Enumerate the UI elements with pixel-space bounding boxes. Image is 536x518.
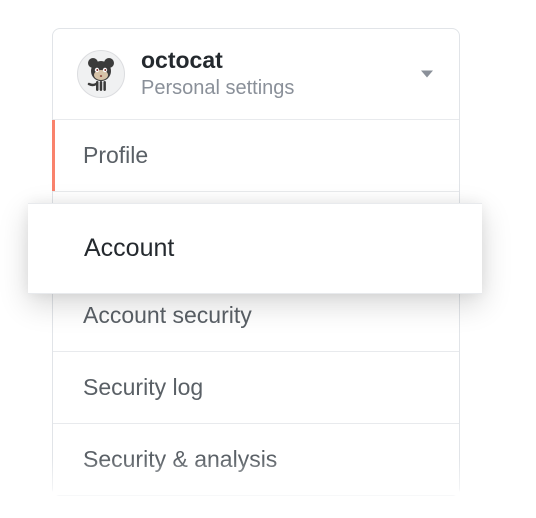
- header-text: octocat Personal settings: [141, 47, 435, 101]
- sidebar-item-profile[interactable]: Profile: [53, 119, 459, 191]
- sidebar-item-label: Security & analysis: [83, 446, 277, 472]
- sidebar-item-label: Profile: [83, 142, 148, 168]
- sidebar-item-label: Account security: [83, 302, 252, 328]
- sidebar-item-label: Account: [84, 234, 174, 262]
- sidebar-item-security-analysis[interactable]: Security & analysis: [53, 423, 459, 495]
- sidebar-item-account[interactable]: Account: [28, 203, 482, 294]
- octocat-avatar-icon: [81, 54, 121, 94]
- caret-down-icon[interactable]: [421, 70, 433, 77]
- sidebar-item-label: Security log: [83, 374, 203, 400]
- username: octocat: [141, 47, 435, 75]
- sidebar-item-security-log[interactable]: Security log: [53, 351, 459, 423]
- settings-header[interactable]: octocat Personal settings: [53, 29, 459, 119]
- avatar: [77, 50, 125, 98]
- header-subtitle: Personal settings: [141, 75, 435, 101]
